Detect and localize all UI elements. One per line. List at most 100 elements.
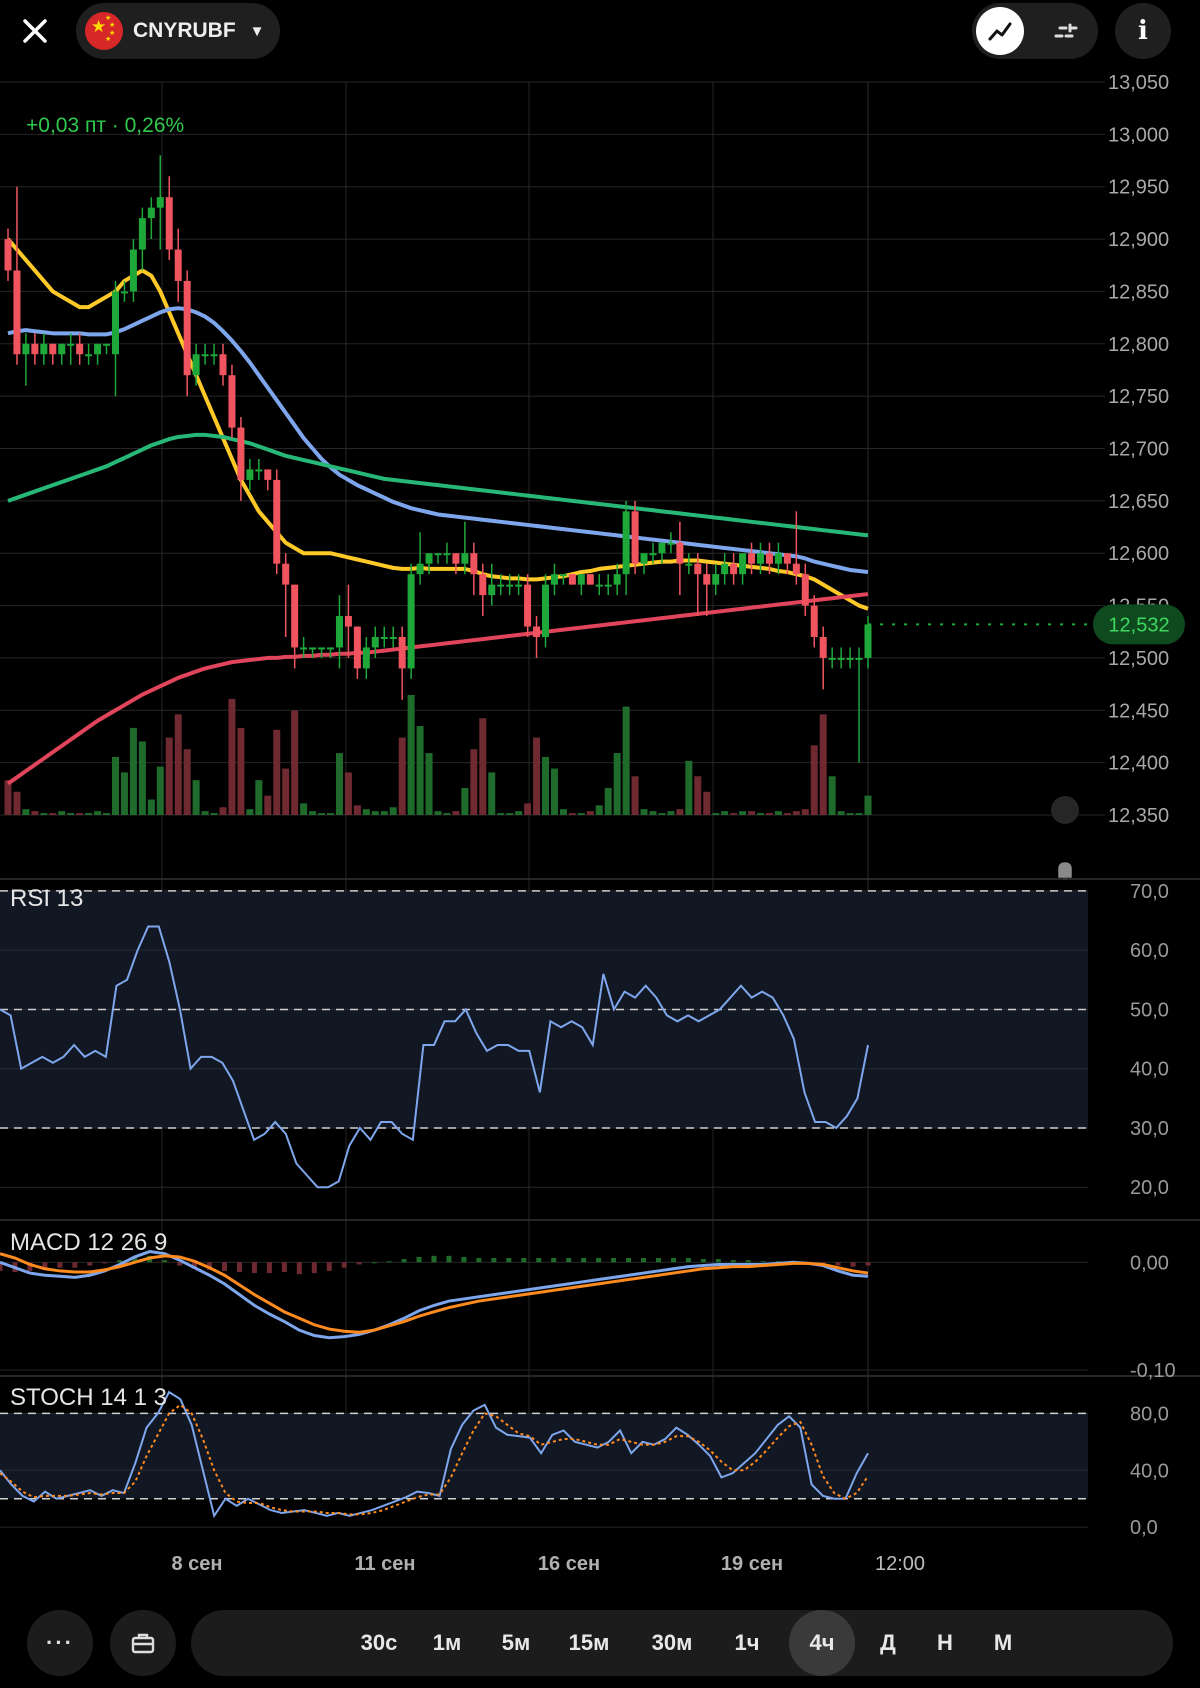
macd-histogram-bar [611,1258,617,1263]
candle-body [4,239,12,271]
rsi-axis-label: 20,0 [1130,1177,1169,1199]
macd-histogram-bar [566,1258,572,1263]
ticker-selector[interactable]: ★ ★ ★ ★ ★ CNYRUBF ▼ [76,3,280,59]
candle-body [112,291,119,355]
candle-body [434,553,442,556]
volume-bar [497,813,505,815]
timeframe-30m[interactable]: 30м [639,1610,705,1676]
macd-histogram-bar [551,1258,557,1263]
macd-histogram-bar [865,1262,871,1266]
volume-bar [792,811,800,815]
candle-body [542,584,549,637]
portfolio-button[interactable] [110,1610,176,1676]
price-axis-label: 12,400 [1108,753,1169,775]
macd-histogram-bar [162,1260,168,1263]
info-button[interactable]: i [1115,3,1171,59]
candle-body [58,343,66,355]
stoch-axis-label: 80,0 [1130,1403,1169,1425]
candle-body [792,563,800,575]
candle-body [335,616,343,648]
candle-body [712,574,720,585]
candle-body [506,584,514,587]
rsi-axis-label: 70,0 [1130,881,1169,903]
price-axis-label: 12,900 [1108,229,1169,251]
candle-body [559,574,567,577]
candle-body [739,553,747,575]
candle-body [801,574,809,606]
volume-bar [40,813,48,815]
price-axis-label: 12,650 [1108,491,1169,513]
price-axis-label: 12,600 [1108,543,1169,565]
candle-body [219,354,227,376]
candle-body [479,574,487,596]
close-button[interactable] [18,14,52,48]
timeframe-1m[interactable]: 1м [419,1610,475,1676]
volume-bar [291,710,299,815]
candle-body [210,354,218,357]
candle-body [443,553,451,556]
candle-body [864,624,872,658]
timeframe-30s[interactable]: 30с [346,1610,412,1676]
timeframe-5m[interactable]: 5м [488,1610,544,1676]
stoch-title: STOCH 14 1 3 [10,1384,167,1411]
candle-body [533,626,541,637]
volume-bar [622,706,630,815]
rsi-axis-label: 60,0 [1130,940,1169,962]
volume-bar [461,787,469,815]
price-axis-label: 12,800 [1108,334,1169,356]
candle-body [757,553,764,564]
timeframe-15m[interactable]: 15м [556,1610,622,1676]
candle-body [129,249,137,292]
macd-histogram-bar [641,1258,647,1263]
volume-bar [67,813,75,815]
macd-histogram-bar [596,1258,602,1263]
volume-bar [22,809,30,815]
price-axis-label: 12,850 [1108,281,1169,303]
macd-histogram-bar [685,1258,691,1263]
candle-body [371,636,379,648]
line-chart-mode-button[interactable] [976,7,1024,55]
bell-icon [1058,862,1072,880]
candles-mode-button[interactable] [1042,7,1090,55]
more-dots-icon: ··· [46,1630,74,1655]
timeframe-month[interactable]: М [979,1610,1027,1676]
candle-body [353,626,361,669]
timeframe-1h[interactable]: 1ч [719,1610,775,1676]
volume-bar [13,791,21,815]
macd-histogram-bar [431,1255,437,1263]
candle-body [228,375,236,428]
volume-bar [586,811,594,815]
volume-bar [604,787,612,815]
candle-body [138,218,146,250]
candle-body [524,584,532,627]
chart-area[interactable]: 13,050 13,000 12,950 12,900 12,850 12,800 12,7… [0,62,1200,1600]
candle-body [49,343,57,355]
candle-body [497,584,505,587]
candle-body [658,542,666,554]
candle-body [765,553,773,564]
timeframe-day[interactable]: Д [864,1610,912,1676]
volume-bar [335,753,343,815]
volume-bar [147,799,155,815]
candle-body [246,469,254,480]
candle-body [40,343,48,355]
macd-histogram-bar [251,1262,257,1274]
more-button[interactable]: ··· [27,1610,93,1676]
volume-bar [676,809,684,815]
candle-body [201,354,209,357]
macd-histogram-bar [446,1255,452,1263]
timeframe-selector: 30с 1м 5м 15м 30м 1ч 4ч Д Н М [191,1610,1173,1676]
volume-bar [703,791,711,815]
timeframe-week[interactable]: Н [921,1610,969,1676]
macd-line [0,1252,869,1334]
volume-bar [58,811,66,815]
candle-body [568,574,576,585]
macd-histogram-bar [296,1262,302,1275]
top-bar: ★ ★ ★ ★ ★ CNYRUBF ▼ i [0,0,1200,62]
volume-bar [416,725,424,815]
timeframe-4h[interactable]: 4ч [789,1610,855,1676]
volume-bar [103,813,111,815]
candle-body [362,647,370,669]
candle-body [416,563,424,575]
macd-histogram-bar [700,1259,706,1263]
